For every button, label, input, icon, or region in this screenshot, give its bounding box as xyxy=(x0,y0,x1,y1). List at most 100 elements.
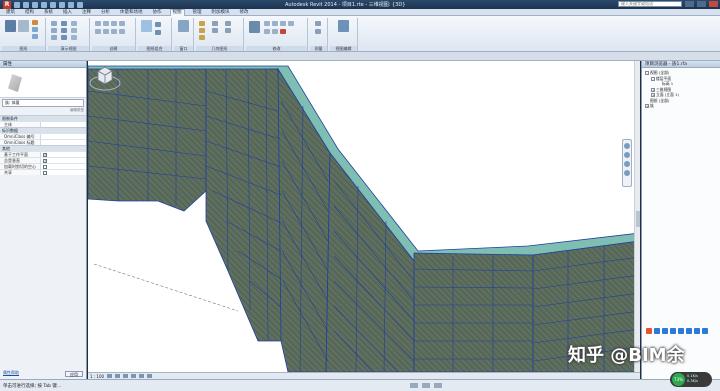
save-icon[interactable] xyxy=(23,1,29,8)
tab-9[interactable]: 管理 xyxy=(191,9,204,15)
open-icon[interactable] xyxy=(14,1,20,8)
apply-button[interactable]: 应用 xyxy=(65,371,83,377)
input-method-icon[interactable] xyxy=(646,328,652,334)
filter-icon[interactable] xyxy=(434,383,442,388)
expand-toggle-icon[interactable]: - xyxy=(651,76,655,81)
split-icon[interactable] xyxy=(264,29,270,34)
3d-viewport[interactable] xyxy=(88,61,640,372)
array-icon[interactable] xyxy=(272,21,278,26)
text-icon[interactable] xyxy=(68,1,74,8)
measure-icon[interactable] xyxy=(59,1,65,8)
design-options-icon[interactable] xyxy=(422,383,430,388)
elevation-icon[interactable] xyxy=(61,28,67,33)
tab-10[interactable]: 附加模块 xyxy=(210,9,232,15)
zoom-icon[interactable] xyxy=(624,152,630,158)
tray-icon-6[interactable] xyxy=(694,328,700,334)
circle-tool-icon[interactable] xyxy=(119,21,125,26)
tab-11[interactable]: 修改 xyxy=(238,9,251,15)
cut-geometry-icon[interactable] xyxy=(199,21,205,26)
trim-icon[interactable] xyxy=(225,28,231,33)
render-icon[interactable] xyxy=(51,21,57,26)
print-icon[interactable] xyxy=(50,1,56,8)
tab-8[interactable]: 视图 xyxy=(169,8,185,16)
select-icon[interactable] xyxy=(18,20,29,32)
switch-windows-icon[interactable] xyxy=(178,20,189,32)
crop-view-icon[interactable] xyxy=(139,374,145,378)
tray-icon-3[interactable] xyxy=(670,328,676,334)
property-value[interactable] xyxy=(40,164,86,169)
arc-tool-icon[interactable] xyxy=(95,29,101,34)
line-tool-icon[interactable] xyxy=(95,21,101,26)
pan-icon[interactable] xyxy=(624,161,630,167)
sun-path-icon[interactable] xyxy=(123,374,129,378)
plan-view-icon[interactable] xyxy=(61,35,67,40)
section-icon[interactable] xyxy=(51,35,57,40)
show-icon[interactable] xyxy=(155,22,161,27)
align-icon[interactable] xyxy=(212,21,218,26)
tab-2[interactable]: 系统 xyxy=(42,9,55,15)
redo-icon[interactable] xyxy=(41,1,47,8)
temporary-hide-icon[interactable] xyxy=(147,374,153,378)
vertical-scrollbar[interactable] xyxy=(634,61,640,372)
property-value[interactable]: ✓ xyxy=(40,152,86,157)
callout-icon[interactable] xyxy=(61,21,67,26)
rotate-icon[interactable] xyxy=(264,21,270,26)
walkthrough-icon[interactable] xyxy=(51,28,57,33)
split-face-icon[interactable] xyxy=(199,35,205,40)
maximize-button[interactable] xyxy=(697,1,706,7)
tray-icon-7[interactable] xyxy=(702,328,708,334)
expand-toggle-icon[interactable]: - xyxy=(645,71,649,75)
viewer-icon[interactable] xyxy=(155,30,161,35)
rectangle-tool-icon[interactable] xyxy=(103,21,109,26)
mirror-icon[interactable] xyxy=(225,21,231,26)
delete-icon[interactable] xyxy=(280,29,286,34)
viewcube-icon[interactable] xyxy=(88,61,122,95)
scale-icon[interactable] xyxy=(280,21,286,26)
expand-toggle-icon[interactable]: + xyxy=(651,87,655,92)
edit-type-button[interactable]: 编辑类型 xyxy=(70,108,84,113)
duplicate-icon[interactable] xyxy=(71,28,77,33)
property-checkbox[interactable]: ✓ xyxy=(43,153,47,157)
move-icon[interactable] xyxy=(249,21,260,33)
search-input[interactable]: 键入关键字或短语 xyxy=(618,1,682,7)
scrollbar-thumb[interactable] xyxy=(636,211,640,227)
join-icon[interactable] xyxy=(199,28,205,33)
tray-icon-4[interactable] xyxy=(678,328,684,334)
view-scale[interactable]: 1 : 100 xyxy=(90,374,104,379)
property-value[interactable]: ✓ xyxy=(40,158,86,163)
undo-icon[interactable] xyxy=(32,1,38,8)
visual-style-icon[interactable] xyxy=(115,374,121,378)
tab-6[interactable]: 体量和场地 xyxy=(118,9,145,15)
tray-icon-5[interactable] xyxy=(686,328,692,334)
tree-item[interactable]: +族 xyxy=(642,103,720,109)
3d-view-icon[interactable] xyxy=(77,1,83,8)
property-checkbox[interactable]: ✓ xyxy=(43,159,47,163)
spline-tool-icon[interactable] xyxy=(103,29,109,34)
dimension-icon[interactable] xyxy=(315,29,321,34)
steering-wheel-icon[interactable] xyxy=(624,143,630,149)
tray-icon-1[interactable] xyxy=(654,328,660,334)
detail-level-icon[interactable] xyxy=(107,374,113,378)
tray-icon-2[interactable] xyxy=(662,328,668,334)
property-value[interactable] xyxy=(40,170,86,175)
measure-tool-icon[interactable] xyxy=(315,21,321,26)
copy-icon[interactable] xyxy=(32,34,38,39)
drafting-icon[interactable] xyxy=(71,21,77,26)
modify-select-icon[interactable] xyxy=(5,20,16,32)
paste-icon[interactable] xyxy=(32,20,38,25)
expand-toggle-icon[interactable]: + xyxy=(651,93,655,97)
cut-icon[interactable] xyxy=(32,27,38,32)
property-value[interactable] xyxy=(40,122,86,127)
tab-4[interactable]: 注释 xyxy=(80,9,93,15)
tab-5[interactable]: 分析 xyxy=(99,9,112,15)
revit-logo-icon[interactable]: R xyxy=(3,0,11,9)
pick-lines-icon[interactable] xyxy=(119,29,125,34)
tab-7[interactable]: 协作 xyxy=(151,9,164,15)
orbit-icon[interactable] xyxy=(624,170,630,176)
ellipse-tool-icon[interactable] xyxy=(111,29,117,34)
property-value[interactable] xyxy=(40,134,86,139)
tab-0[interactable]: 建筑 xyxy=(4,9,17,15)
tab-1[interactable]: 结构 xyxy=(23,9,36,15)
expand-toggle-icon[interactable]: + xyxy=(645,104,649,108)
type-selector[interactable]: 族: 体量 xyxy=(2,99,84,107)
